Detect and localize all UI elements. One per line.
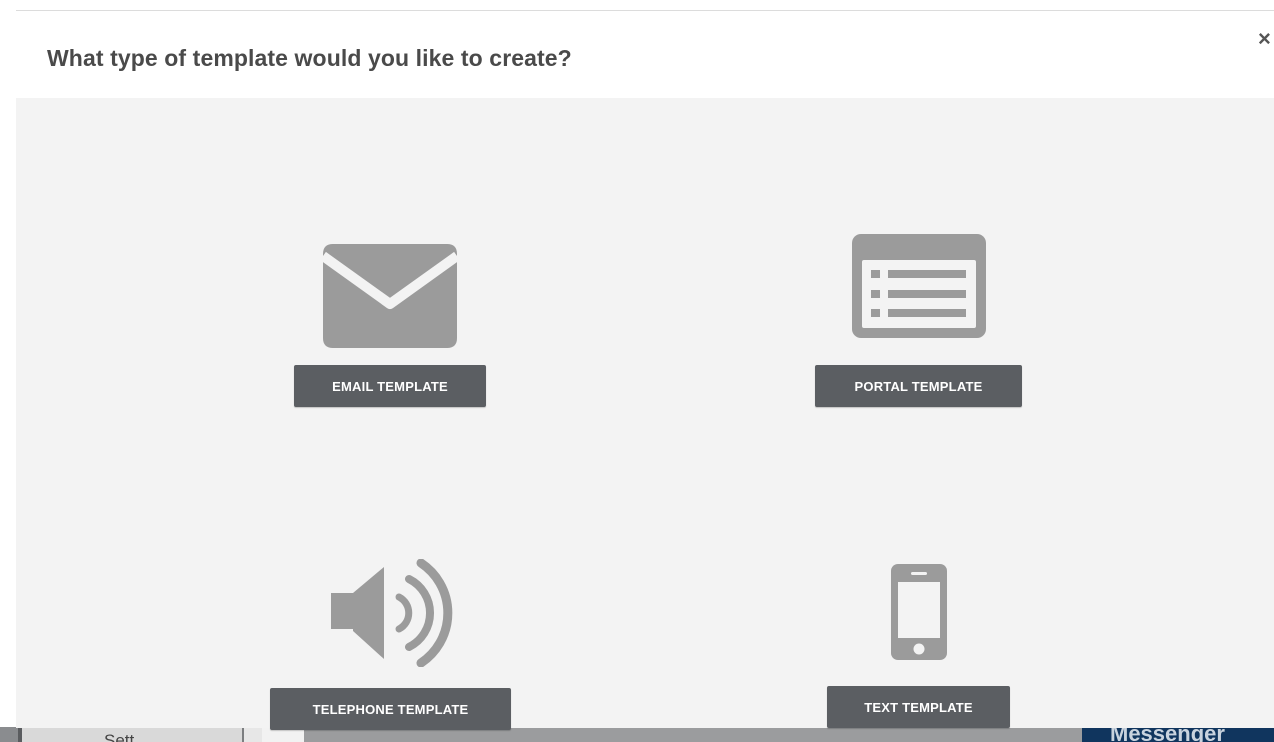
speaker-volume-icon [330,559,452,667]
email-template-button[interactable]: EMAIL TEMPLATE [294,365,486,407]
telephone-template-option: TELEPHONE TEMPLATE [270,559,511,730]
envelope-icon [323,244,457,348]
modal-body: EMAIL TEMPLATE PORTAL TEMPLATE TELEPHONE… [16,98,1274,730]
background-messenger-label: Messenger [1110,727,1225,742]
background-divider [242,727,262,742]
portal-template-option: PORTAL TEMPLATE [815,234,1022,407]
web-page-list-icon [851,234,986,338]
page: Sett Messenger What type of template wou… [0,0,1274,742]
modal-header: What type of template would you like to … [16,11,1274,98]
close-icon[interactable]: × [1258,27,1274,51]
portal-template-button[interactable]: PORTAL TEMPLATE [815,365,1022,407]
template-type-modal: What type of template would you like to … [16,10,1274,730]
background-settings-tab: Sett [18,727,242,742]
mobile-phone-icon [890,564,947,660]
background-messenger-panel: Messenger [1082,727,1274,742]
text-template-option: TEXT TEMPLATE [827,564,1010,728]
telephone-template-button[interactable]: TELEPHONE TEMPLATE [270,688,511,730]
modal-title: What type of template would you like to … [47,45,572,71]
text-template-button[interactable]: TEXT TEMPLATE [827,686,1010,728]
background-settings-label: Sett [104,731,135,742]
email-template-option: EMAIL TEMPLATE [294,244,486,407]
